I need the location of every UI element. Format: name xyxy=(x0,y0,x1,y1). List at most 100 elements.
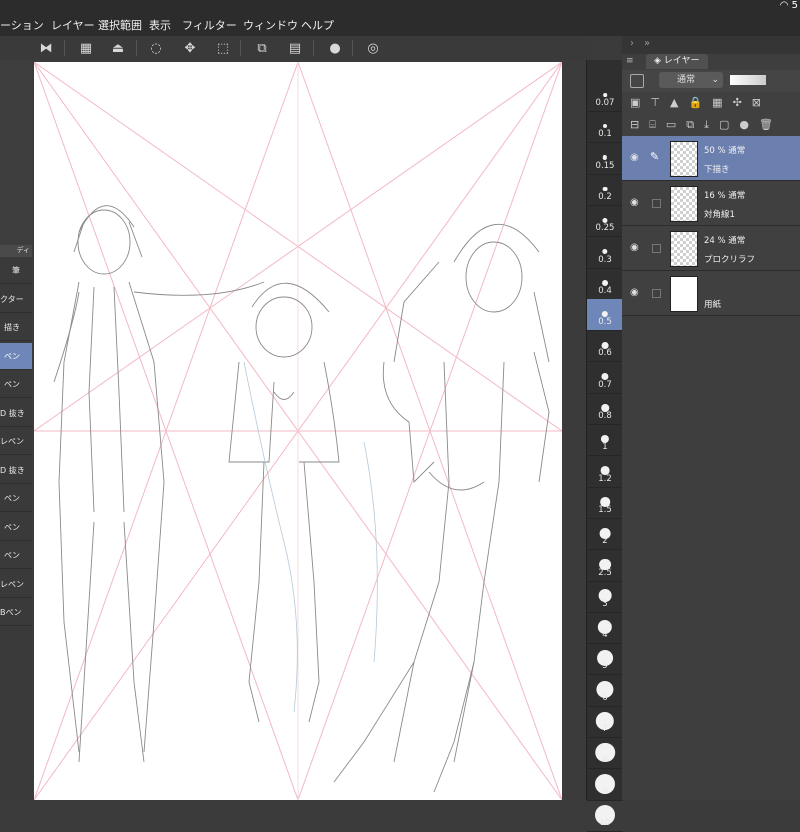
layer-checkbox[interactable] xyxy=(652,199,661,208)
layer-row[interactable]: ◉ 24 % 通常 プロクリラフ xyxy=(622,226,800,271)
toolbar-divider xyxy=(240,40,241,56)
brush-size-item[interactable]: 0.5 xyxy=(587,299,623,332)
brush-size-label: 0.25 xyxy=(595,223,615,234)
sub-tool-item[interactable]: D 抜き xyxy=(0,400,32,427)
mask-icon[interactable]: ▲ xyxy=(670,96,688,109)
brush-size-item[interactable]: 0.1 xyxy=(587,111,623,144)
opacity-slider[interactable] xyxy=(730,75,766,85)
canvas-paper[interactable] xyxy=(33,61,563,801)
sub-tool-item[interactable]: D 抜き xyxy=(0,457,32,484)
brush-size-item[interactable]: 0.2 xyxy=(587,174,623,206)
brush-size-item[interactable]: 0.3 xyxy=(587,237,623,269)
brush-size-item[interactable]: 2.5 xyxy=(587,550,623,582)
sub-tool-item[interactable]: ペン xyxy=(0,342,32,370)
layer-select-icon[interactable]: ⧉ xyxy=(252,38,272,58)
transform-icon[interactable]: ⬚ xyxy=(213,38,233,58)
move-icon[interactable]: ✥ xyxy=(180,38,200,58)
brush-size-item[interactable]: 0.25 xyxy=(587,205,623,238)
record-icon[interactable]: ◎ xyxy=(363,38,383,58)
trash-icon[interactable]: 🗑 xyxy=(759,118,783,131)
sub-tool-item[interactable]: 描き xyxy=(0,314,32,341)
brush-size-item[interactable]: 8 xyxy=(587,737,623,770)
brush-size-label: 7 xyxy=(602,724,608,734)
menu-animation[interactable]: ーション xyxy=(0,17,44,33)
eye-icon[interactable]: ◉ xyxy=(630,152,639,163)
brush-size-item[interactable]: 0.8 xyxy=(587,393,623,425)
menu-view[interactable]: 表示 xyxy=(149,17,171,33)
brush-size-item[interactable]: 4 xyxy=(587,612,623,645)
layer-row[interactable]: ◉ 16 % 通常 対角線1 xyxy=(622,181,800,226)
brush-size-dot xyxy=(603,93,607,97)
brush-size-item[interactable]: 0.07 xyxy=(587,80,623,112)
new-folder-icon[interactable]: ▭ xyxy=(666,118,686,131)
expand-icon[interactable]: » xyxy=(644,38,650,49)
flip-horizontal-icon[interactable]: ⧓ xyxy=(36,38,56,58)
layer-checkbox[interactable] xyxy=(652,244,661,253)
merge-icon[interactable]: ⤓ xyxy=(704,118,719,131)
sub-tool-item[interactable]: レペン xyxy=(0,571,32,598)
sub-tool-item[interactable]: ペン xyxy=(0,371,32,398)
brush-size-item[interactable]: 7 xyxy=(587,706,623,738)
canvas-icon[interactable]: ▦ xyxy=(76,38,96,58)
layer-move-icon[interactable]: ▤ xyxy=(285,38,305,58)
brush-size-item[interactable]: 0.6 xyxy=(587,330,623,363)
blend-toggle[interactable] xyxy=(630,74,644,88)
brush-size-item[interactable]: 10 xyxy=(587,800,623,832)
x-icon[interactable]: ⊠ xyxy=(752,96,771,109)
stamp-icon[interactable]: ⏏ xyxy=(108,38,128,58)
lock-icon[interactable]: 🔒 xyxy=(688,96,712,109)
menu-filter[interactable]: フィルター xyxy=(182,17,237,33)
pin-icon[interactable]: ⊤ xyxy=(650,96,670,109)
brush-size-label: 6 xyxy=(602,692,608,703)
brush-size-item[interactable]: 0.4 xyxy=(587,268,623,300)
menu-icon[interactable]: ≡ xyxy=(626,56,634,66)
new-vector-icon[interactable]: ⌸ xyxy=(649,118,666,131)
brush-size-item[interactable]: 6 xyxy=(587,675,623,707)
sub-tool-item[interactable]: クター xyxy=(0,286,32,313)
brush-size-item[interactable]: 0.7 xyxy=(587,362,623,394)
disable-icon[interactable]: ● xyxy=(325,38,345,58)
layer-tool-icon[interactable]: ▣ xyxy=(630,96,650,109)
brush-size-item[interactable]: 0.15 xyxy=(587,143,623,175)
brush-size-item[interactable]: 2 xyxy=(587,518,623,551)
brush-size-item[interactable]: 1.2 xyxy=(587,456,623,488)
eye-icon[interactable]: ◉ xyxy=(630,197,639,208)
menu-layer[interactable]: レイヤー xyxy=(51,17,95,33)
layer-row[interactable]: ◉ ✎ 50 % 通常 下描き xyxy=(622,136,800,181)
brush-size-dot xyxy=(602,217,608,223)
sub-tool-item[interactable]: 筆 xyxy=(0,257,32,284)
brush-size-label: 0.2 xyxy=(598,191,612,202)
brush-size-item[interactable]: 9 xyxy=(587,769,623,801)
circle-icon[interactable]: ● xyxy=(739,118,759,131)
eye-icon[interactable]: ◉ xyxy=(630,242,639,253)
sub-tool-item[interactable]: Bペン xyxy=(0,599,32,626)
eye-icon[interactable]: ◉ xyxy=(630,287,639,298)
brush-size-item[interactable]: 1 xyxy=(587,424,623,457)
layer-row[interactable]: ◉ 用紙 xyxy=(622,271,800,316)
grid-icon[interactable]: ▦ xyxy=(712,96,732,109)
ref-icon[interactable]: ✣ xyxy=(733,96,752,109)
wifi-icon: ◠ xyxy=(779,0,789,11)
menu-help[interactable]: ヘルプ xyxy=(301,17,334,33)
menu-selection[interactable]: 選択範囲 xyxy=(98,17,142,33)
sub-tool-item[interactable]: ペン xyxy=(0,514,32,541)
layer-checkbox[interactable] xyxy=(652,289,661,298)
lasso-icon[interactable]: ◌ xyxy=(146,38,166,58)
layer-thumbnail xyxy=(670,231,698,267)
sub-tool-item[interactable]: レペン xyxy=(0,428,32,455)
brush-size-item[interactable]: 5 xyxy=(587,643,623,676)
clip-icon[interactable]: ▢ xyxy=(719,118,739,131)
tab-layer[interactable]: ◈ レイヤー xyxy=(646,54,708,69)
tab-layer-label: レイヤー xyxy=(663,56,700,66)
brush-size-item[interactable]: 3 xyxy=(587,581,623,613)
menu-window[interactable]: ウィンドウ xyxy=(243,17,298,33)
duplicate-icon[interactable]: ⧉ xyxy=(686,118,704,131)
blend-mode-value: 通常 xyxy=(677,75,696,85)
sub-tool-item[interactable]: ペン xyxy=(0,542,32,569)
collapse-icon[interactable]: › xyxy=(630,38,634,49)
blend-mode-select[interactable]: 通常 ⌄ xyxy=(659,72,723,88)
sub-tool-item[interactable]: ペン xyxy=(0,485,32,512)
new-raster-icon[interactable]: ⊟ xyxy=(630,118,649,131)
battery-text: 5 xyxy=(791,0,798,11)
brush-size-item[interactable]: 1.5 xyxy=(587,487,623,519)
